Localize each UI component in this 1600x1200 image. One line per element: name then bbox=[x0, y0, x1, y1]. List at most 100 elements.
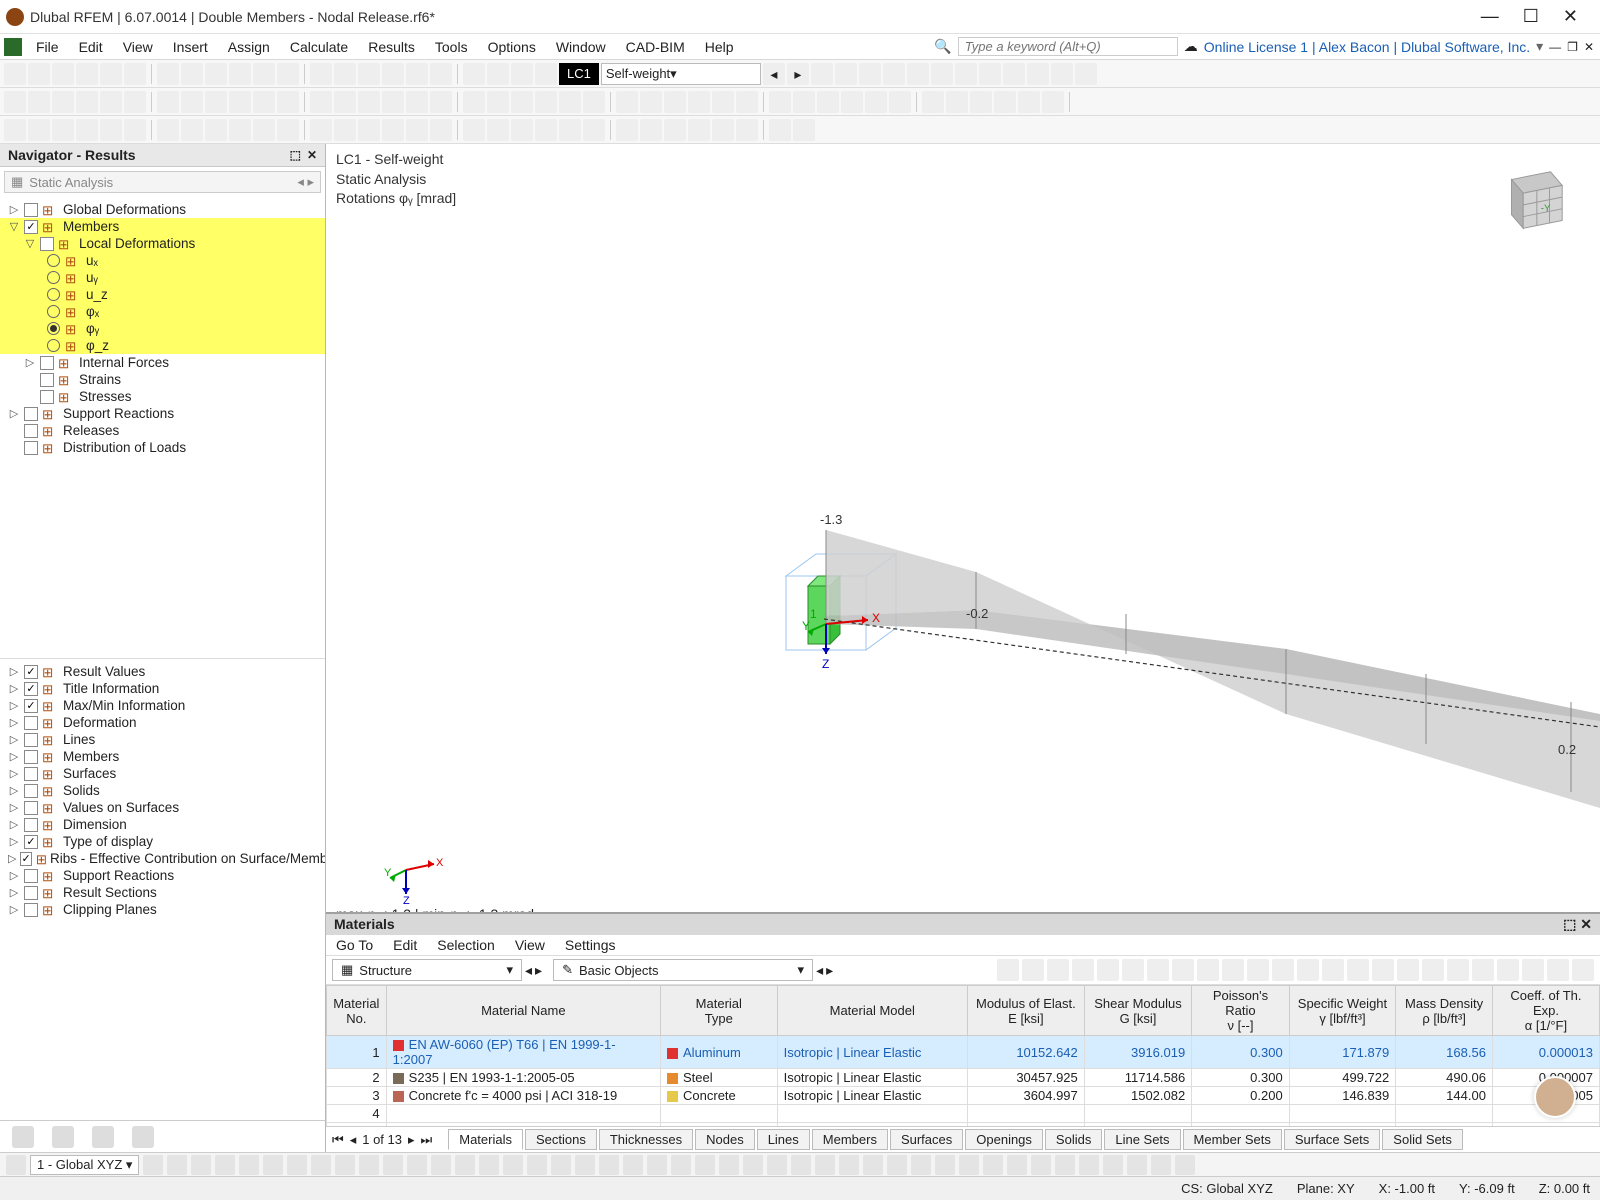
status-tool-button[interactable] bbox=[695, 1155, 715, 1175]
tree-node[interactable]: ▷⊞Result Sections bbox=[0, 884, 325, 901]
toolbar-button[interactable] bbox=[277, 63, 299, 85]
toolbar-button[interactable] bbox=[229, 63, 251, 85]
checkbox[interactable] bbox=[24, 665, 38, 679]
toolbar-button[interactable] bbox=[205, 119, 227, 141]
toolbar-button[interactable] bbox=[253, 91, 275, 113]
checkbox[interactable] bbox=[24, 767, 38, 781]
radio[interactable] bbox=[47, 339, 60, 352]
toolbar-button[interactable] bbox=[181, 63, 203, 85]
toolbar-button[interactable] bbox=[406, 119, 428, 141]
toolbar-button[interactable] bbox=[52, 63, 74, 85]
toolbar-button[interactable] bbox=[793, 119, 815, 141]
menu-file[interactable]: File bbox=[26, 37, 69, 57]
tree-node[interactable]: ▷⊞Surfaces bbox=[0, 765, 325, 782]
status-tool-button[interactable] bbox=[911, 1155, 931, 1175]
table-tool-button[interactable] bbox=[1072, 959, 1094, 981]
toolbar-button[interactable] bbox=[4, 119, 26, 141]
toolbar-button[interactable] bbox=[4, 63, 26, 85]
status-tool-button[interactable] bbox=[407, 1155, 427, 1175]
table-row[interactable]: 2S235 | EN 1993-1-1:2005-05SteelIsotropi… bbox=[327, 1069, 1600, 1087]
radio[interactable] bbox=[47, 322, 60, 335]
bottom-tab[interactable]: Surface Sets bbox=[1284, 1129, 1380, 1150]
panel-dock-icon[interactable]: ⬚ bbox=[1563, 916, 1576, 932]
nav-data-icon[interactable] bbox=[12, 1126, 34, 1148]
toolbar-button[interactable] bbox=[559, 91, 581, 113]
toolbar-button[interactable] bbox=[277, 91, 299, 113]
table-tool-button[interactable] bbox=[1522, 959, 1544, 981]
table-tool-button[interactable] bbox=[1122, 959, 1144, 981]
checkbox[interactable] bbox=[20, 852, 31, 866]
toolbar-button[interactable] bbox=[616, 119, 638, 141]
status-tool-button[interactable] bbox=[743, 1155, 763, 1175]
panel-close-icon[interactable]: ✕ bbox=[307, 148, 317, 162]
status-tool-button[interactable] bbox=[839, 1155, 859, 1175]
status-tool-button[interactable] bbox=[1007, 1155, 1027, 1175]
status-tool-button[interactable] bbox=[983, 1155, 1003, 1175]
maximize-button[interactable]: ☐ bbox=[1523, 6, 1539, 27]
checkbox[interactable] bbox=[24, 407, 38, 421]
toolbar-button[interactable] bbox=[559, 119, 581, 141]
status-tool-button[interactable] bbox=[1031, 1155, 1051, 1175]
checkbox[interactable] bbox=[24, 733, 38, 747]
status-tool-button[interactable] bbox=[599, 1155, 619, 1175]
combo-prev[interactable]: ◂ bbox=[297, 174, 304, 189]
mdi-restore[interactable]: ❐ bbox=[1567, 40, 1578, 54]
toolbar-button[interactable] bbox=[463, 119, 485, 141]
table-tool-button[interactable] bbox=[1572, 959, 1594, 981]
toolbar-button[interactable] bbox=[841, 91, 863, 113]
status-tool-button[interactable] bbox=[575, 1155, 595, 1175]
toolbar-button[interactable] bbox=[664, 91, 686, 113]
toolbar-button[interactable] bbox=[253, 119, 275, 141]
status-tool-button[interactable] bbox=[503, 1155, 523, 1175]
tree-node[interactable]: ▷⊞Type of display bbox=[0, 833, 325, 850]
combo-next[interactable]: ▸ bbox=[826, 962, 833, 979]
status-tool-button[interactable] bbox=[551, 1155, 571, 1175]
table-tool-button[interactable] bbox=[1172, 959, 1194, 981]
model-viewport[interactable]: LC1 - Self-weight Static Analysis Rotati… bbox=[326, 144, 1600, 1152]
toolbar-button[interactable] bbox=[28, 63, 50, 85]
results-tree[interactable]: ▷⊞Global Deformations▽⊞Members▽⊞Local De… bbox=[0, 197, 325, 658]
table-tool-button[interactable] bbox=[1347, 959, 1369, 981]
table-row[interactable]: 1EN AW-6060 (EP) T66 | EN 1999-1-1:2007A… bbox=[327, 1036, 1600, 1069]
tree-node[interactable]: ▷⊞Result Values bbox=[0, 663, 325, 680]
status-tool-button[interactable] bbox=[455, 1155, 475, 1175]
cloud-icon[interactable]: ☁ bbox=[1184, 38, 1198, 55]
menu-results[interactable]: Results bbox=[358, 37, 425, 57]
column-header[interactable]: MaterialType bbox=[661, 986, 778, 1036]
toolbar-button[interactable] bbox=[811, 63, 833, 85]
tree-node[interactable]: ▽⊞Members bbox=[0, 218, 325, 235]
radio[interactable] bbox=[47, 254, 60, 267]
toolbar-button[interactable] bbox=[28, 119, 50, 141]
toolbar-button[interactable] bbox=[229, 91, 251, 113]
status-tool-button[interactable] bbox=[143, 1155, 163, 1175]
toolbar-button[interactable] bbox=[382, 91, 404, 113]
table-tool-button[interactable] bbox=[1372, 959, 1394, 981]
tree-node[interactable]: ⊞uₓ bbox=[0, 252, 325, 269]
toolbar-button[interactable] bbox=[334, 119, 356, 141]
table-row[interactable]: 3Concrete f'c = 4000 psi | ACI 318-19Con… bbox=[327, 1087, 1600, 1105]
tree-node[interactable]: ▷⊞Clipping Planes bbox=[0, 901, 325, 918]
tree-node[interactable]: ▷⊞Support Reactions bbox=[0, 867, 325, 884]
toolbar-button[interactable] bbox=[358, 119, 380, 141]
bottom-tab[interactable]: Line Sets bbox=[1104, 1129, 1180, 1150]
checkbox[interactable] bbox=[24, 784, 38, 798]
toolbar-button[interactable] bbox=[793, 91, 815, 113]
status-tool-button[interactable] bbox=[239, 1155, 259, 1175]
toolbar-button[interactable] bbox=[406, 91, 428, 113]
column-header[interactable]: MaterialNo. bbox=[327, 986, 387, 1036]
toolbar-button[interactable] bbox=[535, 63, 557, 85]
table-tool-button[interactable] bbox=[1097, 959, 1119, 981]
checkbox[interactable] bbox=[24, 203, 38, 217]
toolbar-button[interactable] bbox=[970, 91, 992, 113]
toolbar-button[interactable] bbox=[511, 91, 533, 113]
toolbar-button[interactable] bbox=[100, 119, 122, 141]
toolbar-button[interactable] bbox=[229, 119, 251, 141]
toolbar-button[interactable] bbox=[883, 63, 905, 85]
status-tool-button[interactable] bbox=[647, 1155, 667, 1175]
status-tool-button[interactable] bbox=[623, 1155, 643, 1175]
toolbar-button[interactable] bbox=[1003, 63, 1025, 85]
toolbar-button[interactable] bbox=[430, 63, 452, 85]
toolbar-button[interactable] bbox=[28, 91, 50, 113]
toolbar-button[interactable] bbox=[205, 91, 227, 113]
snap-icon[interactable] bbox=[6, 1155, 26, 1175]
